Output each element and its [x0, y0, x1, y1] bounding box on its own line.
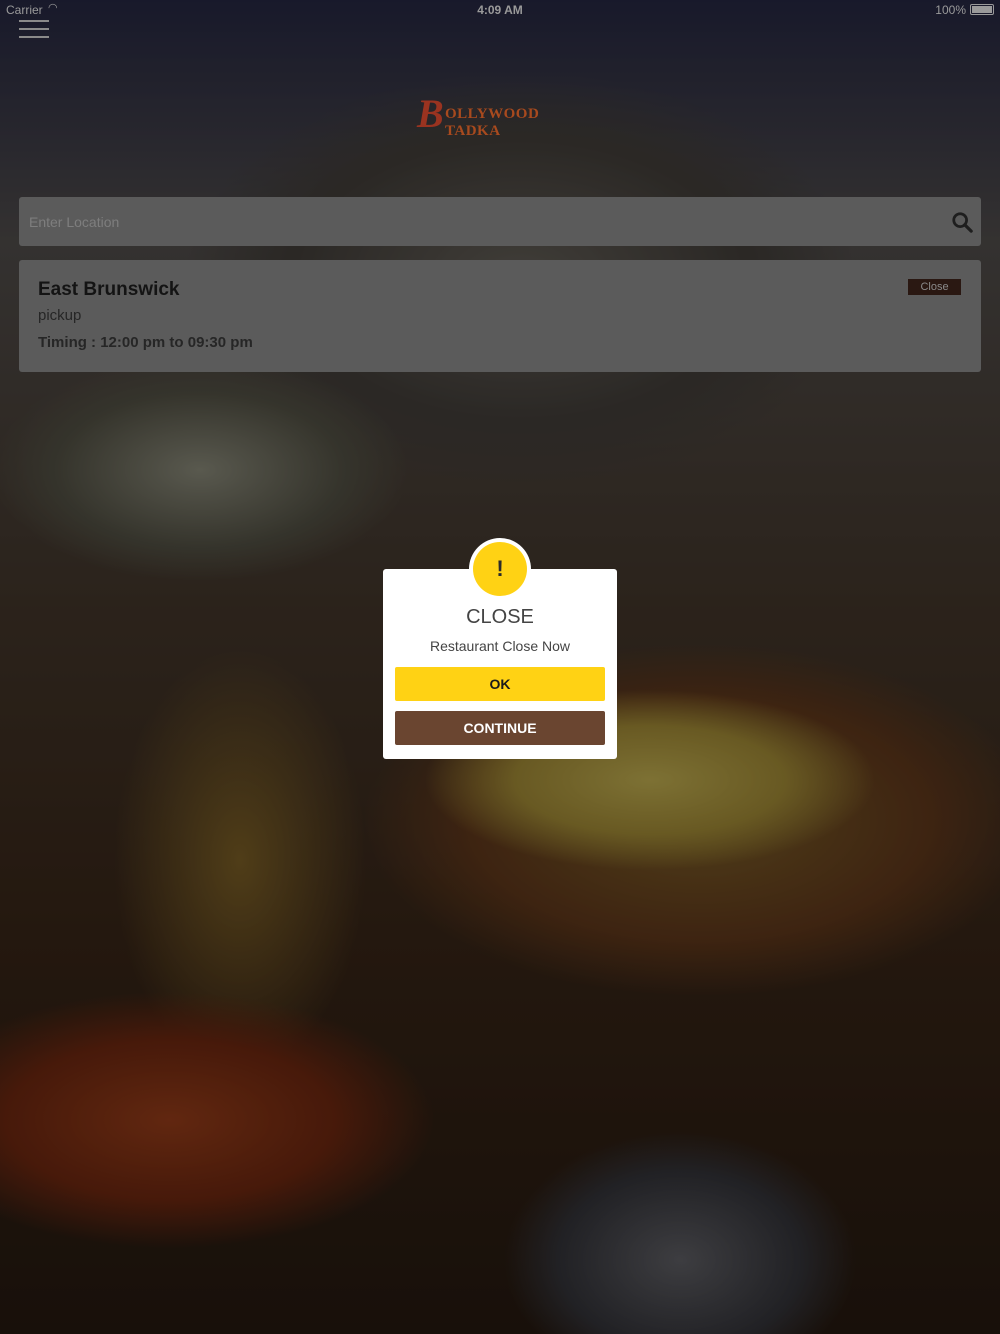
continue-button[interactable]: CONTINUE	[395, 711, 605, 745]
location-name: East Brunswick	[38, 279, 180, 300]
restaurant-logo: B OLLYWOOD TADKA	[417, 91, 540, 139]
warning-icon: !	[469, 538, 531, 600]
search-icon[interactable]	[951, 211, 973, 233]
hamburger-menu-icon[interactable]	[19, 20, 49, 40]
status-time: 4:09 AM	[477, 3, 523, 17]
exclamation-icon: !	[473, 542, 527, 596]
ok-button[interactable]: OK	[395, 667, 605, 701]
opening-hours: Timing : 12:00 pm to 09:30 pm	[38, 334, 253, 351]
location-search-bar	[19, 197, 981, 246]
restaurant-location-card[interactable]: East Brunswick pickup Timing : 12:00 pm …	[19, 260, 981, 372]
order-mode: pickup	[38, 307, 82, 324]
dialog-title: CLOSE	[466, 606, 534, 628]
status-bar: Carrier ◠ 4:09 AM 100%	[0, 0, 1000, 20]
dialog-message: Restaurant Close Now	[429, 638, 571, 654]
location-search-input[interactable]	[19, 197, 939, 246]
battery-icon	[970, 4, 994, 15]
battery-label: 100%	[935, 3, 966, 17]
status-badge: Close	[908, 279, 961, 295]
